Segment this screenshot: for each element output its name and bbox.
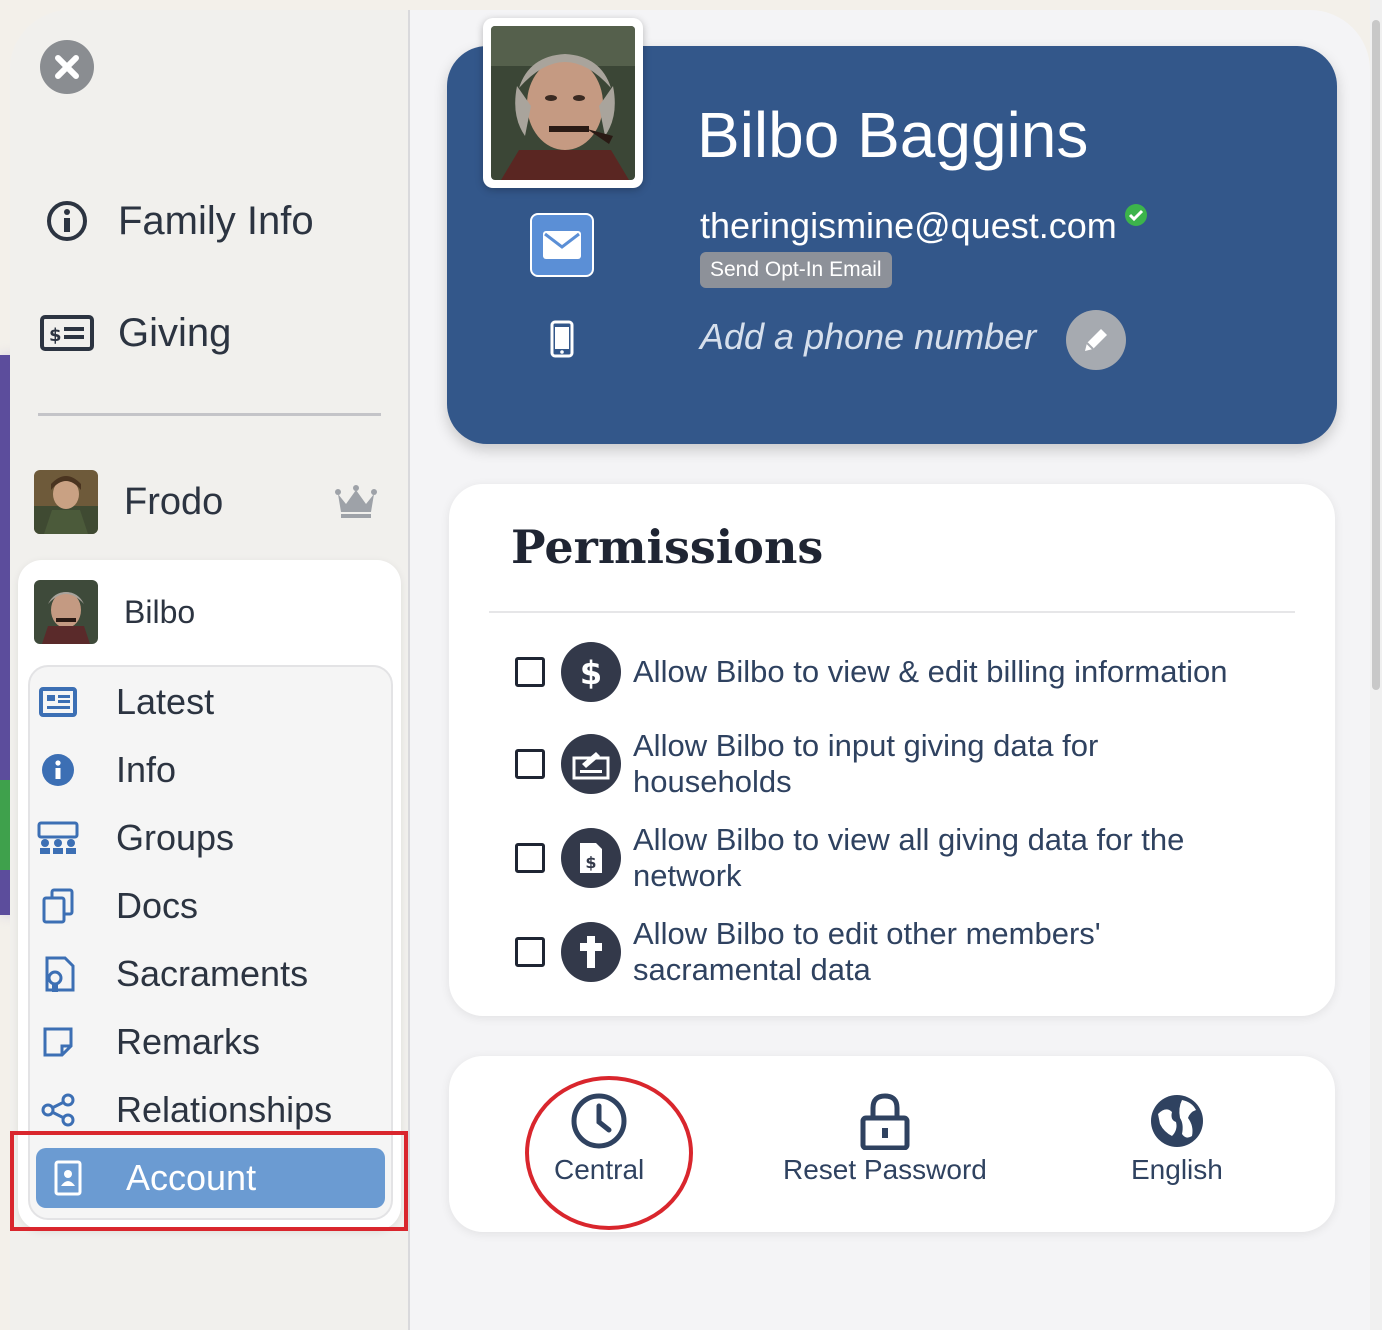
action-label: Reset Password bbox=[783, 1154, 987, 1185]
member-name: Frodo bbox=[124, 480, 224, 523]
crown-icon bbox=[335, 485, 377, 518]
divider bbox=[38, 413, 381, 416]
svg-text:$: $ bbox=[580, 654, 602, 690]
giving-input-icon bbox=[561, 734, 621, 794]
scrollbar-thumb[interactable] bbox=[1372, 20, 1380, 690]
sidebar-item-label: Family Info bbox=[118, 198, 314, 243]
submenu-label: Groups bbox=[116, 817, 235, 858]
email-button[interactable] bbox=[530, 213, 594, 277]
permission-checkbox[interactable] bbox=[515, 657, 545, 687]
reset-password-button[interactable]: Reset Password bbox=[783, 1092, 987, 1186]
permission-row: Allow Bilbo to edit other members' sacra… bbox=[515, 916, 1295, 988]
submenu-item-groups[interactable]: Groups bbox=[36, 808, 384, 868]
submenu-item-remarks[interactable]: Remarks bbox=[36, 1012, 384, 1072]
permission-label: Allow Bilbo to view & edit billing infor… bbox=[633, 654, 1228, 689]
member-name: Bilbo bbox=[124, 593, 196, 630]
svg-text:$: $ bbox=[585, 853, 596, 872]
permission-checkbox[interactable] bbox=[515, 843, 545, 873]
cross-icon bbox=[561, 922, 621, 982]
submenu-item-info[interactable]: Info bbox=[36, 740, 384, 800]
share-icon bbox=[36, 1088, 80, 1132]
permission-checkbox[interactable] bbox=[515, 937, 545, 967]
sidebar-item-family-info[interactable]: Family Info bbox=[40, 194, 314, 248]
submenu-label: Latest bbox=[116, 681, 215, 722]
remarks-icon bbox=[36, 1020, 80, 1064]
add-phone-link[interactable]: Add a phone number bbox=[700, 316, 1036, 358]
submenu-label: Remarks bbox=[116, 1021, 261, 1062]
language-button[interactable]: English bbox=[1131, 1092, 1223, 1186]
svg-text:$: $ bbox=[49, 325, 62, 346]
edit-phone-button[interactable] bbox=[1066, 310, 1126, 370]
submenu-label: Docs bbox=[116, 885, 199, 926]
permission-row: Allow Bilbo to input giving data for hou… bbox=[515, 728, 1295, 800]
permission-row: $ Allow Bilbo to view all giving data fo… bbox=[515, 822, 1295, 894]
permission-label: Allow Bilbo to input giving data for hou… bbox=[633, 728, 1099, 799]
pencil-icon bbox=[1085, 329, 1107, 351]
timezone-button[interactable]: Central bbox=[554, 1092, 644, 1186]
permissions-title: Permissions bbox=[511, 520, 824, 574]
scrollbar[interactable] bbox=[1370, 0, 1382, 1330]
submenu-label: Relationships bbox=[116, 1089, 333, 1130]
docs-icon bbox=[36, 884, 80, 928]
submenu-label: Sacraments bbox=[116, 953, 309, 994]
info-circle-icon bbox=[40, 194, 94, 248]
giving-report-icon: $ bbox=[561, 828, 621, 888]
member-frodo[interactable]: Frodo bbox=[34, 470, 223, 534]
close-icon bbox=[55, 55, 79, 79]
avatar bbox=[34, 580, 98, 644]
permission-label: Allow Bilbo to view all giving data for … bbox=[633, 822, 1185, 893]
member-modal: Family Info $ Giving Frodo Bilbo Latest … bbox=[10, 10, 1370, 1330]
submenu-label: Account bbox=[126, 1157, 257, 1198]
action-label: English bbox=[1131, 1154, 1223, 1185]
sidebar: Family Info $ Giving Frodo Bilbo Latest … bbox=[10, 10, 410, 1330]
avatar bbox=[34, 470, 98, 534]
send-optin-email-button[interactable]: Send Opt-In Email bbox=[700, 252, 892, 288]
clock-icon bbox=[571, 1093, 627, 1149]
submenu-item-latest[interactable]: Latest bbox=[36, 672, 384, 732]
info-icon bbox=[36, 748, 80, 792]
account-actions-card: Central Reset Password English bbox=[449, 1056, 1335, 1232]
divider bbox=[489, 611, 1295, 613]
newspaper-icon bbox=[36, 680, 80, 724]
permission-checkbox[interactable] bbox=[515, 749, 545, 779]
close-button[interactable] bbox=[40, 40, 94, 94]
email-address: theringismine@quest.com bbox=[700, 205, 1117, 246]
envelope-icon bbox=[543, 231, 581, 259]
lock-icon bbox=[860, 1093, 910, 1150]
profile-name: Bilbo Baggins bbox=[697, 99, 1089, 171]
sidebar-item-label: Giving bbox=[118, 310, 232, 355]
profile-photo bbox=[483, 18, 643, 188]
account-icon bbox=[46, 1156, 90, 1200]
submenu-item-relationships[interactable]: Relationships bbox=[36, 1080, 384, 1140]
sacraments-icon bbox=[36, 952, 80, 996]
money-card-icon: $ bbox=[40, 306, 94, 360]
permission-label: Allow Bilbo to edit other members' sacra… bbox=[633, 916, 1101, 987]
submenu-item-docs[interactable]: Docs bbox=[36, 876, 384, 936]
globe-icon bbox=[1150, 1095, 1203, 1147]
phone-icon bbox=[550, 320, 574, 358]
dollar-icon: $ bbox=[561, 642, 621, 702]
verified-check-icon bbox=[1125, 204, 1147, 226]
permissions-card: Permissions $ Allow Bilbo to view & edit… bbox=[449, 484, 1335, 1016]
submenu-label: Info bbox=[116, 749, 177, 790]
member-bilbo[interactable]: Bilbo bbox=[34, 580, 195, 644]
groups-icon bbox=[36, 816, 80, 860]
sidebar-item-giving[interactable]: $ Giving bbox=[40, 306, 231, 360]
permission-row: $ Allow Bilbo to view & edit billing inf… bbox=[515, 642, 1295, 702]
action-label: Central bbox=[554, 1154, 645, 1185]
submenu-item-account[interactable]: Account bbox=[36, 1148, 385, 1208]
submenu-item-sacraments[interactable]: Sacraments bbox=[36, 944, 384, 1004]
